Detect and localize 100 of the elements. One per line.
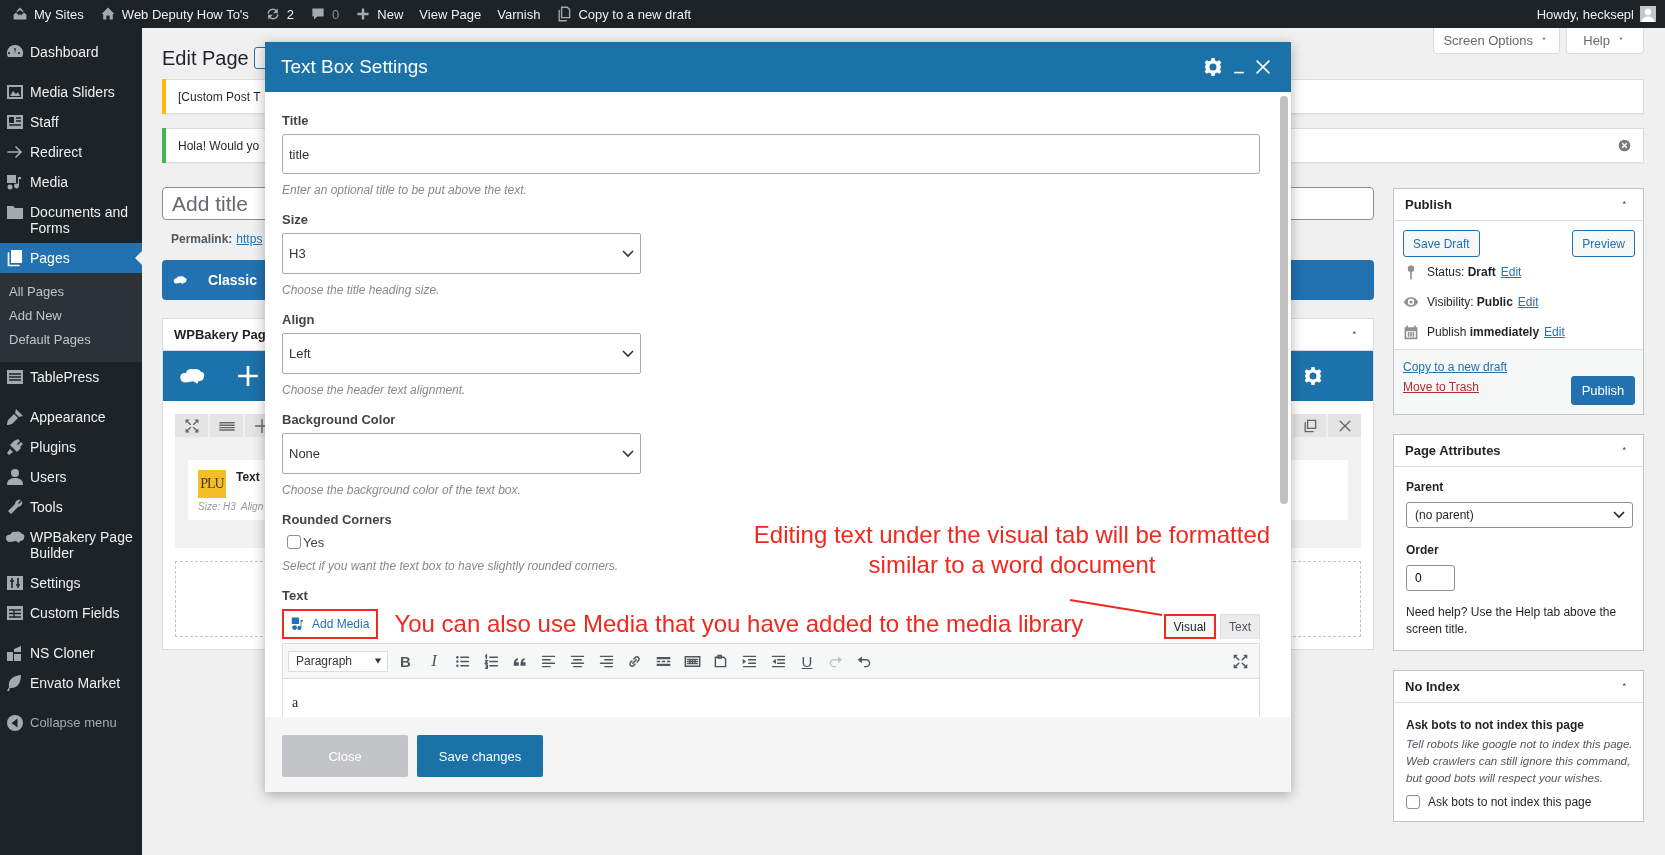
save-button[interactable]: Save changes	[417, 735, 543, 777]
menu-item[interactable]: WPBakery Page Builder	[0, 522, 142, 568]
my-sites-link[interactable]: My Sites	[4, 0, 92, 28]
field-label: Align	[282, 311, 316, 329]
submenu-item[interactable]: Default Pages	[0, 328, 142, 352]
editor-tab[interactable]: Text	[1220, 614, 1260, 639]
menu-item[interactable]: Pages	[0, 243, 142, 273]
page-title: Edit Page	[162, 46, 249, 71]
checkbox-label: Ask bots to not index this page	[1428, 795, 1592, 809]
field-label: Order	[1406, 542, 1440, 558]
expand-icon	[183, 417, 200, 434]
user-icon	[5, 467, 25, 487]
screen-tab-button[interactable]: Screen Options	[1433, 28, 1561, 54]
help-text: Select if you want the text box to have slightly rounded corners.	[282, 558, 619, 575]
menu-item[interactable]: Envato Market	[0, 668, 142, 698]
panel-title: Page Attributes	[1405, 443, 1501, 458]
sliders-icon	[5, 573, 25, 593]
panel-title: No Index	[1405, 679, 1460, 694]
menu-item[interactable]: TablePress	[0, 362, 142, 392]
field-label: Title	[282, 112, 310, 130]
menu-item[interactable]: Dashboard	[0, 37, 142, 67]
menu-item[interactable]: Redirect	[0, 137, 142, 167]
panel-title: WPBakery Pag	[174, 327, 266, 342]
permalink-link[interactable]: https	[236, 232, 263, 246]
editor-tab[interactable]: Visual	[1163, 614, 1216, 639]
plus-icon	[355, 6, 372, 22]
element-summary: Size: H3 Align	[198, 501, 265, 512]
copy-icon	[556, 6, 573, 22]
avatar	[1640, 6, 1656, 22]
menu-item[interactable]: Staff	[0, 107, 142, 137]
comments-link[interactable]: 0	[302, 0, 348, 28]
checkbox[interactable]	[1406, 795, 1420, 809]
site-name-link[interactable]: Web Deputy How To's	[91, 0, 257, 28]
cloud-icon	[172, 273, 188, 287]
menu-item[interactable]: Settings	[0, 568, 142, 598]
format-dropdown[interactable]: Paragraph	[288, 650, 388, 672]
preview-button[interactable]: Preview	[1572, 230, 1635, 257]
menu-item[interactable]: Media	[0, 167, 142, 197]
underline-button[interactable]: U	[792, 647, 822, 675]
edit-link[interactable]: Edit	[1500, 265, 1522, 279]
settings-icon[interactable]	[1303, 366, 1323, 386]
updates-link[interactable]: 2	[256, 0, 303, 28]
order-field[interactable]: 0	[1406, 565, 1455, 591]
plug-icon	[5, 437, 25, 457]
field-label: Text	[282, 587, 309, 605]
copy-draft-link[interactable]: Copy to a new draft	[548, 0, 700, 28]
close-button[interactable]	[1328, 414, 1361, 437]
clone-button[interactable]	[1293, 414, 1326, 437]
calendar-icon	[1403, 324, 1419, 340]
submenu-item[interactable]: All Pages	[0, 280, 142, 304]
drag-handle-button[interactable]	[210, 414, 243, 437]
dropdown[interactable]: Left	[282, 333, 641, 374]
collapse-menu-button[interactable]: Collapse menu	[0, 708, 142, 738]
parent-select[interactable]: (no parent)	[1406, 502, 1633, 528]
menu-item[interactable]: Custom Fields	[0, 598, 142, 628]
logo-badge: PLU	[198, 470, 226, 498]
save-draft-button[interactable]: Save Draft	[1403, 230, 1480, 257]
text-field[interactable]: title	[282, 134, 1260, 174]
edit-link[interactable]: Edit	[1517, 295, 1539, 309]
dropdown[interactable]: H3	[282, 233, 641, 274]
sites-icon	[12, 6, 28, 22]
new-content-link[interactable]: New	[347, 0, 412, 28]
menu-item[interactable]: Users	[0, 462, 142, 492]
bold-button[interactable]: B	[391, 647, 420, 675]
trash-link[interactable]: Move to Trash	[1403, 380, 1508, 394]
expand-button[interactable]	[175, 414, 208, 437]
toolbar-link[interactable]: View Page	[411, 0, 490, 28]
menu-item[interactable]: Media Sliders	[0, 77, 142, 107]
menu-item[interactable]: Tools	[0, 492, 142, 522]
dismiss-icon[interactable]	[1618, 139, 1631, 152]
comment-icon	[310, 6, 327, 22]
collapse-icon	[5, 713, 25, 733]
menu-item[interactable]: NS Cloner	[0, 638, 142, 668]
toolbar-link[interactable]: Varnish	[489, 0, 549, 28]
grid-icon	[5, 603, 25, 623]
publish-button[interactable]: Publish	[1571, 376, 1635, 405]
scrollbar[interactable]	[1280, 96, 1288, 504]
help-text: Choose the background color of the text box.	[282, 482, 521, 499]
annotation-text: You can also use Media that you have added to the media library	[394, 610, 1084, 638]
settings-icon[interactable]	[1203, 57, 1223, 77]
dropdown[interactable]: None	[282, 433, 641, 474]
checkbox[interactable]	[287, 535, 301, 549]
menu-item[interactable]: Plugins	[0, 432, 142, 462]
field-label: Rounded Corners	[282, 511, 393, 529]
menu-item[interactable]: Documents and Forms	[0, 197, 142, 243]
submenu-item[interactable]: Add New	[0, 304, 142, 328]
checkbox-label: Yes	[303, 534, 325, 550]
help-text: Choose the header text alignment.	[282, 382, 466, 399]
menu-item[interactable]: Appearance	[0, 402, 142, 432]
close-icon[interactable]	[1255, 59, 1271, 75]
add-media-button[interactable]: Add Media	[282, 609, 379, 639]
italic-button[interactable]: I	[419, 647, 449, 675]
element-title: Text	[236, 470, 260, 484]
account-link[interactable]: Howdy, hecksepl	[1528, 0, 1656, 28]
brush-icon	[5, 407, 25, 427]
screen-tab-button[interactable]: Help	[1566, 28, 1644, 54]
editor-text: a	[292, 695, 300, 711]
edit-link[interactable]: Edit	[1544, 325, 1565, 339]
plus-icon[interactable]	[237, 365, 259, 387]
copy-draft-link[interactable]: Copy to a new draft	[1403, 360, 1508, 374]
